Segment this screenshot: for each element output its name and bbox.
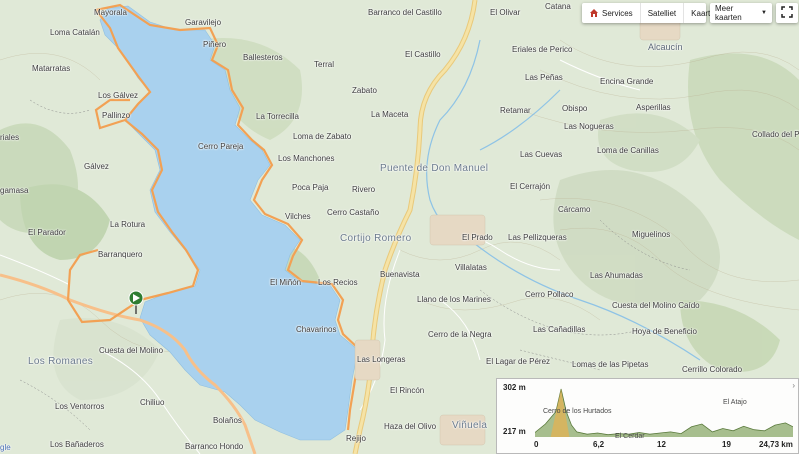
more-maps-label: Meer kaarten: [715, 4, 742, 22]
map-type-toolbar: Services Satelliet Kaart: [582, 3, 710, 23]
fullscreen-icon: [781, 6, 793, 20]
fullscreen-button[interactable]: [776, 3, 798, 23]
elevation-max-label: 302 m: [503, 383, 526, 392]
services-label: Services: [602, 8, 633, 18]
elevation-label-atajo: El Atajo: [723, 399, 747, 406]
elevation-profile-panel[interactable]: 302 m 217 m › Cerro de los Hurtados El A…: [496, 378, 799, 454]
chevron-down-icon: ▼: [761, 10, 767, 16]
elevation-tick-2: 12: [657, 440, 666, 449]
elevation-tick-1: 6,2: [593, 440, 605, 449]
more-maps-button[interactable]: Meer kaarten ▼: [710, 3, 772, 23]
elevation-label-cerdar: El Cerdar: [615, 433, 645, 440]
satellite-label: Satelliet: [647, 8, 677, 18]
more-maps-dropdown[interactable]: Meer kaarten ▼: [710, 3, 772, 23]
satellite-button[interactable]: Satelliet: [639, 3, 683, 23]
elevation-tick-4: 24,73 km: [759, 440, 793, 449]
elevation-min-label: 217 m: [503, 427, 526, 436]
map-label: Kaart: [691, 8, 711, 18]
home-icon: [589, 8, 599, 18]
elevation-label-hurtados: Cerro de los Hurtados: [543, 408, 612, 415]
services-button[interactable]: Services: [582, 3, 640, 23]
elevation-tick-3: 19: [722, 440, 731, 449]
elevation-tick-0: 0: [534, 440, 539, 449]
